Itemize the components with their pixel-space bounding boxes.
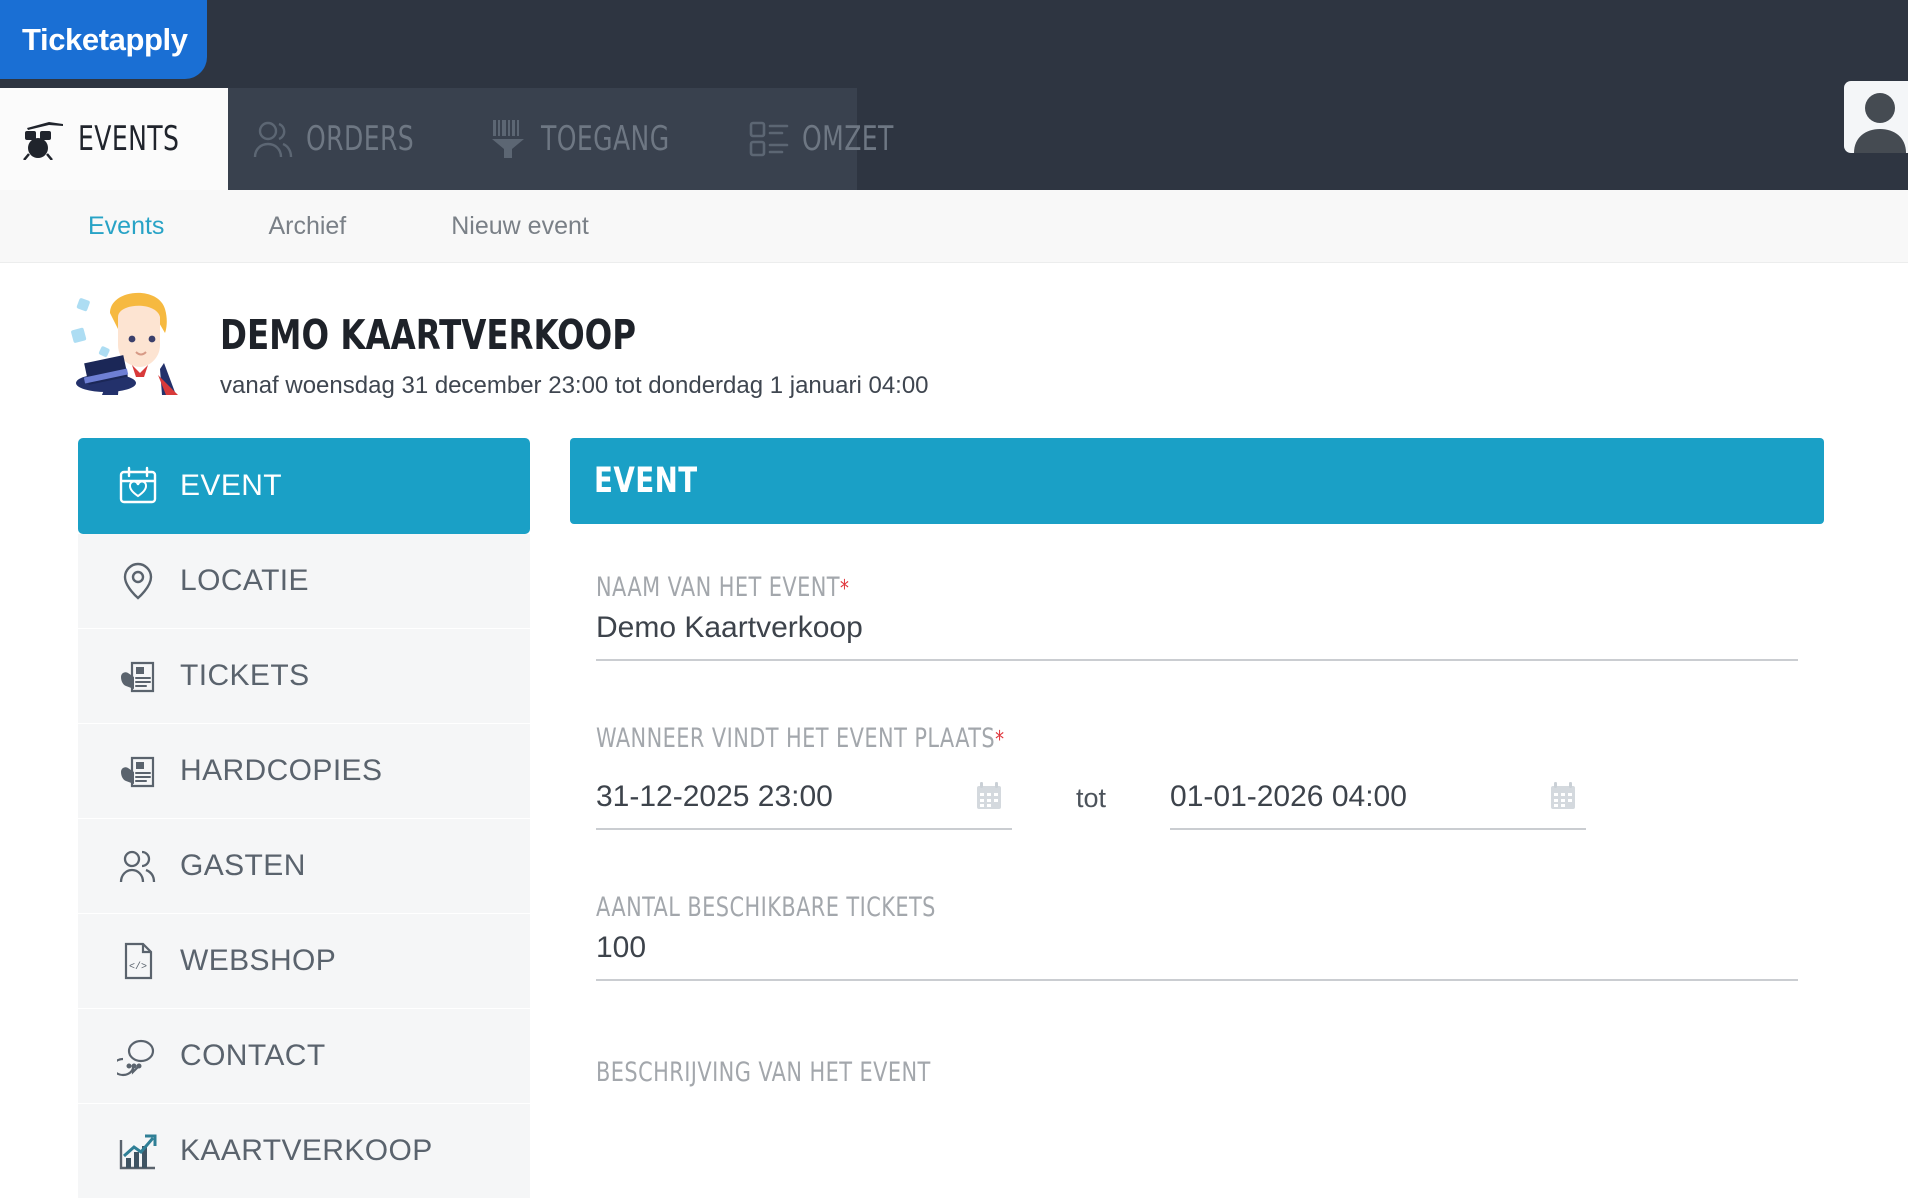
nav-label-toegang: TOEGANG (541, 119, 670, 159)
hand-ticket-icon (116, 749, 160, 793)
input-end-datetime[interactable] (1170, 772, 1586, 830)
event-sidebar-menu: EVENT LOCATIE TICKETS (78, 438, 530, 1199)
field-event-name: NAAM VAN HET EVENT* (596, 572, 1798, 661)
panel-header: EVENT (570, 438, 1824, 524)
field-event-when: WANNEER VINDT HET EVENT PLAATS* (596, 723, 1798, 830)
sidebar-item-hardcopies[interactable]: HARDCOPIES (78, 724, 530, 819)
calendar-icon[interactable] (1550, 782, 1576, 810)
sidebar-label-contact: CONTACT (180, 1039, 326, 1073)
subnav-item-events[interactable]: Events (88, 212, 164, 241)
sidebar-item-gasten[interactable]: GASTEN (78, 819, 530, 914)
required-marker: * (840, 576, 849, 602)
required-marker: * (995, 727, 1004, 753)
calendar-icon[interactable] (976, 782, 1002, 810)
svg-text:</>: </> (129, 961, 147, 973)
nav-item-events[interactable]: EVENTS (0, 88, 228, 190)
users-icon (116, 844, 160, 888)
drums-icon (22, 117, 68, 161)
event-header: DEMO KAARTVERKOOP vanaf woensdag 31 dece… (0, 263, 1908, 430)
nav-label-events: EVENTS (78, 119, 179, 159)
label-available-tickets: AANTAL BESCHIKBARE TICKETS (596, 892, 1630, 923)
date-range-row: tot (596, 772, 1798, 830)
hand-ticket-icon (116, 654, 160, 698)
start-date-wrapper (596, 772, 1012, 830)
field-available-tickets: AANTAL BESCHIKBARE TICKETS (596, 892, 1798, 981)
calendar-heart-icon (116, 464, 160, 508)
nav-label-omzet: OMZET (802, 119, 894, 159)
sidebar-item-kaartverkoop[interactable]: KAARTVERKOOP (78, 1104, 530, 1199)
input-available-tickets[interactable] (596, 923, 1798, 981)
sidebar-item-webshop[interactable]: </> WEBSHOP (78, 914, 530, 1009)
sidebar-label-kaartverkoop: KAARTVERKOOP (180, 1134, 433, 1168)
chat-bubbles-icon (116, 1034, 160, 1078)
panel-title: EVENT (594, 461, 698, 501)
sidebar-label-tickets: TICKETS (180, 659, 309, 693)
label-event-description: BESCHRIJVING VAN HET EVENT (596, 1057, 1630, 1088)
barcode-scanner-icon (485, 117, 531, 161)
sidebar-label-webshop: WEBSHOP (180, 944, 336, 978)
code-file-icon: </> (116, 939, 160, 983)
sidebar-label-event: EVENT (180, 469, 282, 503)
brand-logo-text: Ticketapply (0, 22, 188, 58)
event-subtitle: vanaf woensdag 31 december 23:00 tot don… (220, 372, 929, 400)
user-avatar-button[interactable] (1844, 81, 1908, 153)
growth-chart-icon (116, 1129, 160, 1173)
main-navigation: EVENTS ORDERS (0, 88, 940, 190)
sidebar-item-tickets[interactable]: TICKETS (78, 629, 530, 724)
sidebar-item-locatie[interactable]: LOCATIE (78, 534, 530, 629)
sidebar-label-locatie: LOCATIE (180, 564, 309, 598)
subnav-item-nieuw-event[interactable]: Nieuw event (451, 212, 589, 241)
magician-character-avatar (70, 277, 182, 395)
users-icon (250, 117, 296, 161)
nav-item-omzet[interactable]: OMZET (724, 88, 940, 190)
label-event-name: NAAM VAN HET EVENT* (596, 572, 1630, 603)
nav-item-orders[interactable]: ORDERS (228, 88, 464, 190)
sidebar-label-hardcopies: HARDCOPIES (180, 754, 382, 788)
sidebar-item-contact[interactable]: CONTACT (78, 1009, 530, 1104)
event-detail-panel: EVENT NAAM VAN HET EVENT* WANNEER VINDT … (570, 438, 1824, 1088)
top-header-bar: Ticketapply EVENTS (0, 0, 1908, 190)
sidebar-item-event[interactable]: EVENT (78, 438, 530, 534)
date-range-separator: tot (1076, 783, 1106, 830)
nav-item-toegang[interactable]: TOEGANG (463, 88, 724, 190)
panel-body: NAAM VAN HET EVENT* WANNEER VINDT HET EV… (570, 572, 1824, 1088)
field-event-description: BESCHRIJVING VAN HET EVENT (596, 1057, 1798, 1088)
subnav-item-archief[interactable]: Archief (268, 212, 346, 241)
label-event-when: WANNEER VINDT HET EVENT PLAATS* (596, 723, 1630, 754)
brand-logo[interactable]: Ticketapply (0, 0, 207, 79)
nav-label-orders: ORDERS (306, 119, 414, 159)
input-start-datetime[interactable] (596, 772, 1012, 830)
user-avatar-icon (1844, 81, 1908, 153)
end-date-wrapper (1170, 772, 1586, 830)
event-title: DEMO KAARTVERKOOP (220, 311, 636, 359)
sub-navigation: Events Archief Nieuw event (0, 190, 1908, 263)
report-list-icon (746, 117, 792, 161)
map-pin-icon (116, 559, 160, 603)
input-event-name[interactable] (596, 603, 1798, 661)
sidebar-label-gasten: GASTEN (180, 849, 306, 883)
